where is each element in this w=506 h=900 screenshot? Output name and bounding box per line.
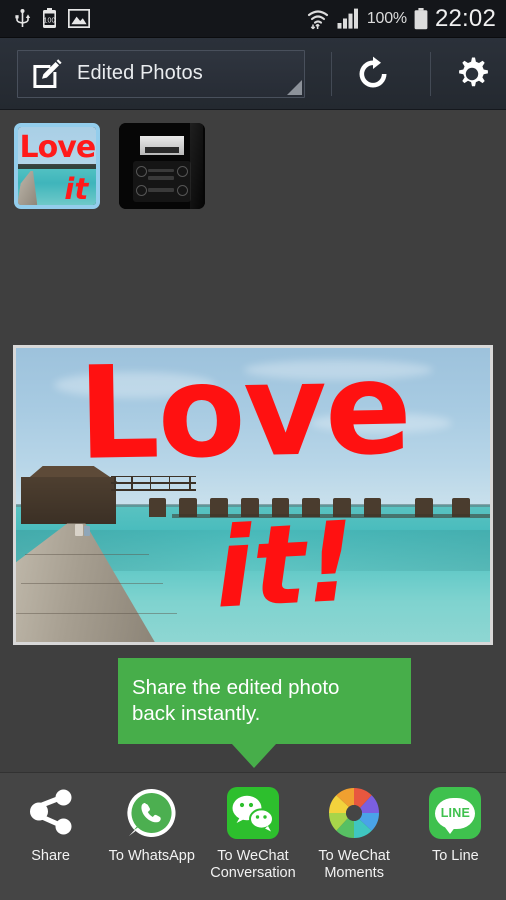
share-icon-wrap (23, 785, 79, 841)
tooltip-arrow (232, 744, 276, 768)
gear-icon (459, 57, 488, 86)
settings-button[interactable] (441, 43, 503, 105)
thumbnail-car-dashboard[interactable] (119, 123, 205, 209)
person-figure (75, 524, 83, 537)
thumbnail-image: Love it (18, 127, 96, 205)
share-button-generic[interactable]: Share (2, 785, 100, 865)
thumbnail-overlay-line2: it (64, 172, 89, 205)
share-label-line2: Conversation (210, 864, 296, 881)
svg-text:100: 100 (44, 18, 56, 25)
line-badge-text: LINE (440, 806, 470, 820)
share-icon-wrap (225, 785, 281, 841)
person-figure (83, 525, 91, 537)
gallery-icon (68, 9, 90, 28)
thumbnail-love-it-beach[interactable]: Love it (14, 123, 100, 209)
signal-bars-icon (337, 8, 358, 29)
edit-pencil-icon (33, 58, 62, 88)
status-bar-left-icons: 100 (0, 8, 90, 29)
share-nodes-icon (29, 789, 72, 835)
thumbnail-strip[interactable]: Love it (0, 110, 506, 222)
share-icon-wrap (124, 785, 180, 841)
toolbar-divider-2 (430, 51, 431, 96)
share-label-line1: To WeChat (318, 848, 390, 864)
share-label-line2: Moments (324, 864, 384, 881)
edited-photo-preview[interactable]: Love it! (13, 345, 493, 645)
battery-percent-label: 100% (366, 9, 407, 27)
tooltip-line-2: back instantly. (132, 702, 261, 725)
share-icon-wrap: LINE (427, 785, 483, 841)
wifi-icon (307, 9, 328, 29)
refresh-button[interactable] (342, 43, 404, 105)
share-button-whatsapp[interactable]: To WhatsApp (103, 785, 201, 865)
photo-annotation-line2: it! (211, 496, 359, 633)
share-button-wechat-moments[interactable]: To WeChat Moments (305, 785, 403, 882)
toolbar-divider-1 (331, 51, 332, 96)
share-label: To WeChat Conversation (210, 848, 295, 882)
line-icon: LINE (435, 797, 476, 834)
status-bar: 100 100% 22:02 (0, 0, 506, 38)
status-bar-right-icons: 100% 22:02 (306, 5, 506, 33)
refresh-icon (359, 56, 387, 87)
tooltip-line-1: Share the edited photo (132, 675, 340, 699)
share-label: To WeChat Moments (318, 848, 389, 882)
share-button-line[interactable]: LINE To Line (406, 785, 504, 865)
share-label: To WhatsApp (108, 848, 195, 864)
battery-charge-icon: 100 (43, 8, 56, 28)
wechat-icon (232, 795, 274, 832)
wechat-moments-aperture-icon (329, 787, 380, 839)
dropdown-caret-icon (287, 79, 302, 95)
whatsapp-icon (127, 788, 176, 837)
share-label: Share (31, 848, 70, 864)
usb-icon (15, 8, 31, 27)
share-hint-tooltip: Share the edited photo back instantly. (118, 658, 411, 744)
thumbnail-image (119, 123, 205, 209)
thumbnail-overlay-line1: Love (19, 130, 96, 166)
battery-icon (414, 7, 428, 29)
share-bar: Share To WhatsApp To WeChat Conversation… (0, 772, 506, 900)
clock-label: 22:02 (434, 4, 496, 32)
share-label-line1: To WeChat (217, 848, 289, 864)
wechat-badge (226, 787, 279, 839)
album-dropdown-label: Edited Photos (77, 62, 203, 84)
photo-canvas: Love it! (16, 348, 490, 642)
photo-annotation-line1: Love (76, 348, 411, 489)
line-badge: LINE (429, 787, 482, 839)
share-button-wechat-conversation[interactable]: To WeChat Conversation (204, 785, 302, 882)
top-toolbar: Edited Photos (0, 38, 506, 110)
app-root: 100 100% 22:02 Edited Photos Love it Lov… (0, 0, 506, 900)
share-label: To Line (431, 848, 479, 864)
album-dropdown[interactable]: Edited Photos (17, 49, 305, 98)
share-icon-wrap (326, 785, 382, 841)
